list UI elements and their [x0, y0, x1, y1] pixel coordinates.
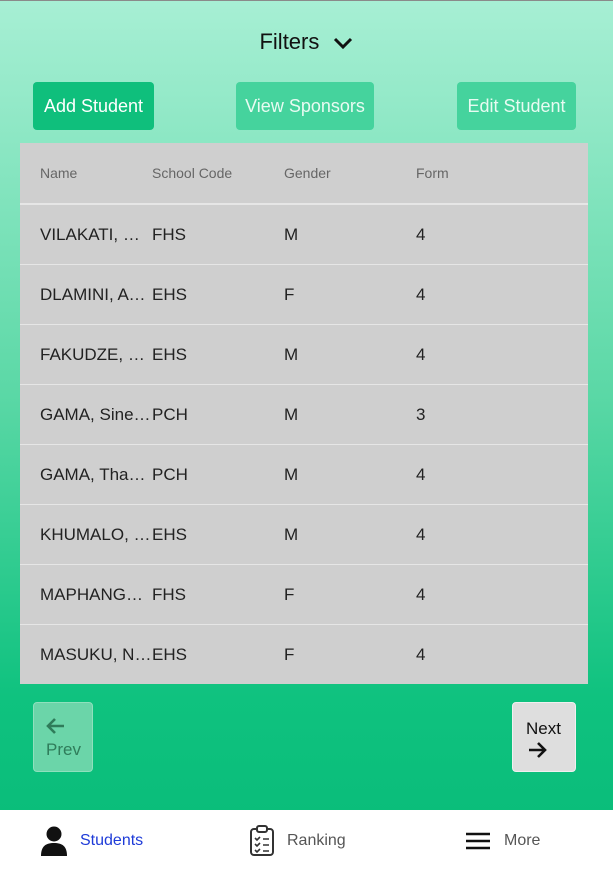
add-student-button[interactable]: Add Student [33, 82, 154, 130]
cell-gender: F [284, 284, 295, 304]
cell-school-code: PCH [152, 404, 188, 424]
nav-students-label: Students [80, 832, 144, 849]
cell-gender: M [284, 404, 299, 424]
cell-form: 4 [416, 524, 426, 544]
cell-gender: F [284, 644, 295, 664]
table-header: Name School Code Gender Form [20, 143, 588, 205]
arrow-right-icon [529, 742, 547, 758]
clipboard-checklist-icon [250, 825, 274, 856]
cell-name: GAMA, Thando [40, 464, 152, 484]
table-row[interactable]: DLAMINI, AyandaEHS F 4 [20, 265, 588, 325]
prev-button[interactable]: Prev [33, 702, 93, 772]
cell-gender: M [284, 524, 299, 544]
nav-tab-more[interactable]: More [464, 810, 540, 872]
cell-name: GAMA, Sinethemba [40, 404, 152, 424]
cell-form: 4 [416, 344, 426, 364]
table-row[interactable]: MAPHANGA, BonganiFHS F 4 [20, 565, 588, 625]
cell-gender: M [284, 344, 299, 364]
hamburger-menu-icon [466, 832, 490, 850]
cell-form: 4 [416, 584, 426, 604]
filters-toggle[interactable]: Filters [0, 29, 613, 55]
students-screen: Filters Add Student View Sponsors Edit S… [0, 0, 613, 872]
table-row[interactable]: MASUKU, NolwaziEHS F 4 [20, 625, 588, 684]
cell-gender: M [284, 464, 299, 484]
cell-name: MASUKU, Nolwazi [40, 644, 152, 664]
cell-name: VILAKATI, Ncedo [40, 224, 152, 244]
bottom-nav: Students Ranking More [0, 810, 613, 872]
cell-name: FAKUDZE, Sibonelo [40, 344, 152, 364]
table-row[interactable]: VILAKATI, NcedoFHS M 4 [20, 205, 588, 265]
table-row[interactable]: KHUMALO, MzwandileEHS M 4 [20, 505, 588, 565]
cell-form: 3 [416, 404, 426, 424]
table-row[interactable]: GAMA, Thando PCH M 4 [20, 445, 588, 505]
cell-school-code: FHS [152, 584, 186, 604]
cell-school-code: EHS [152, 644, 187, 664]
filters-label: Filters [259, 29, 320, 54]
cell-form: 4 [416, 284, 426, 304]
students-table: Name School Code Gender Form VILAKATI, N… [20, 143, 588, 684]
column-header-form[interactable]: Form [416, 165, 548, 181]
cell-school-code: EHS [152, 344, 187, 364]
arrow-left-icon [46, 718, 64, 734]
nav-tab-students[interactable]: Students [40, 810, 143, 872]
table-row[interactable]: GAMA, SinethembaPCH M 3 [20, 385, 588, 445]
next-label: Next [526, 719, 561, 738]
cell-name: KHUMALO, Mzwandile [40, 524, 152, 544]
column-header-school-code[interactable]: School Code [152, 165, 284, 181]
nav-tab-ranking[interactable]: Ranking [249, 810, 346, 872]
cell-school-code: PCH [152, 464, 188, 484]
cell-school-code: EHS [152, 524, 187, 544]
cell-form: 4 [416, 224, 426, 244]
cell-name: DLAMINI, Ayanda [40, 284, 152, 304]
cell-school-code: FHS [152, 224, 186, 244]
cell-form: 4 [416, 464, 426, 484]
view-sponsors-button[interactable]: View Sponsors [236, 82, 374, 130]
cell-form: 4 [416, 644, 426, 664]
cell-school-code: EHS [152, 284, 187, 304]
table-row[interactable]: FAKUDZE, SiboneloEHS M 4 [20, 325, 588, 385]
column-header-name[interactable]: Name [20, 165, 152, 181]
cell-gender: M [284, 224, 299, 244]
cell-gender: F [284, 584, 295, 604]
nav-ranking-label: Ranking [287, 832, 346, 849]
next-button[interactable]: Next [512, 702, 576, 772]
chevron-down-icon [333, 38, 352, 50]
nav-more-label: More [504, 832, 541, 849]
cell-name: MAPHANGA, Bongani [40, 584, 152, 604]
column-header-gender[interactable]: Gender [284, 165, 416, 181]
prev-label: Prev [46, 740, 81, 759]
person-icon [41, 826, 67, 856]
edit-student-button[interactable]: Edit Student [457, 82, 576, 130]
